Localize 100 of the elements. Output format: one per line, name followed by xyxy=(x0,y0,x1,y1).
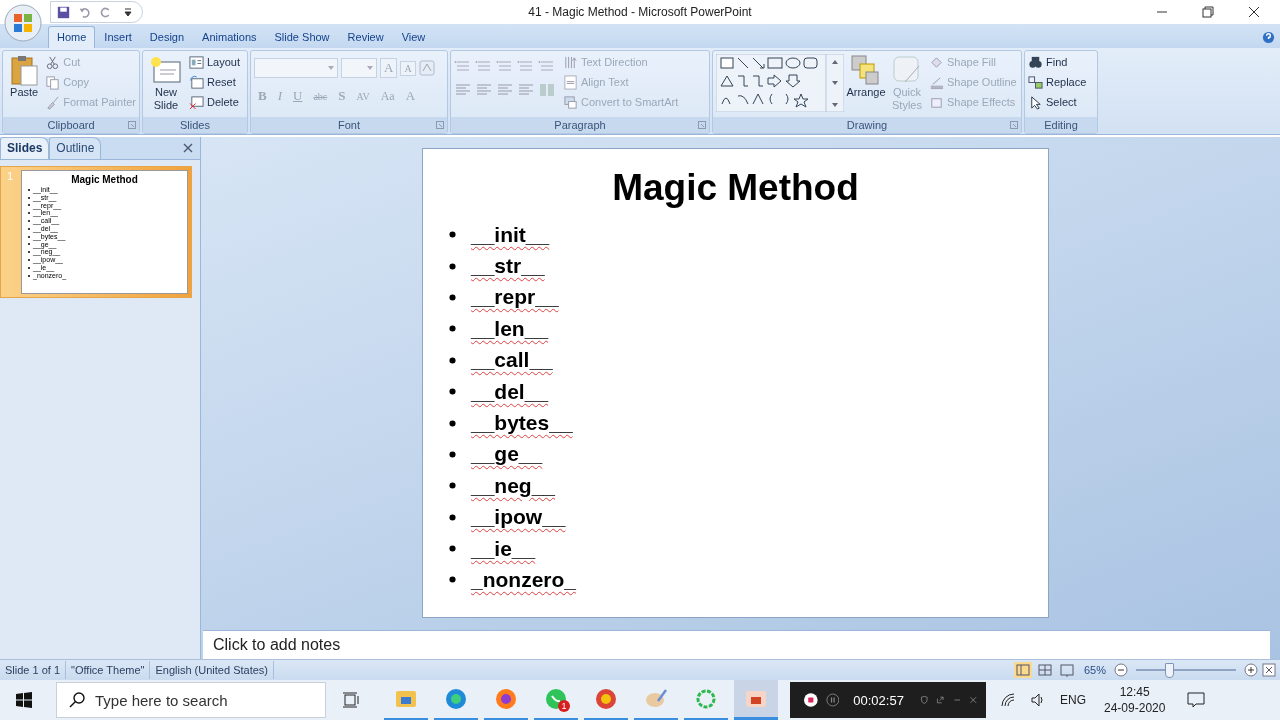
bullet-icon xyxy=(449,388,456,396)
status-text: "Office Theme" xyxy=(66,661,151,679)
clear-formatting-icon[interactable] xyxy=(418,60,435,76)
pause-icon[interactable] xyxy=(825,692,840,708)
save-icon[interactable] xyxy=(57,5,70,19)
bullet-text: __len__ xyxy=(471,316,549,341)
status-text: English (United States) xyxy=(150,661,274,679)
browser-icon xyxy=(444,687,468,711)
redo-icon[interactable] xyxy=(99,5,112,19)
ribbon-tab[interactable]: Slide Show xyxy=(265,26,339,48)
font-name-field[interactable] xyxy=(254,58,338,78)
notifications-icon[interactable] xyxy=(1187,692,1206,708)
status-text: Slide 1 of 1 xyxy=(0,661,67,679)
slide-sorter-icon[interactable] xyxy=(1035,662,1054,678)
ring-icon xyxy=(694,687,718,711)
recording-time: 00:02:57 xyxy=(853,692,904,708)
zoom-slider-thumb[interactable] xyxy=(1165,662,1174,678)
taskbar-app[interactable]: 1 xyxy=(534,680,578,720)
ribbon-tab[interactable]: Insert xyxy=(95,26,141,48)
ribbon-tab[interactable]: Review xyxy=(338,26,393,48)
help-icon[interactable] xyxy=(1262,31,1275,44)
windows-start-icon[interactable] xyxy=(16,692,32,708)
group-label: Slides xyxy=(180,119,210,131)
ribbon-button[interactable]: Arrange xyxy=(846,86,886,99)
font-size-field[interactable] xyxy=(341,58,377,78)
shapes-gallery[interactable] xyxy=(716,54,844,112)
bullet-text: __init__ xyxy=(471,222,550,247)
dropdown-caret-icon[interactable] xyxy=(367,66,373,70)
ribbon-button[interactable]: Reset xyxy=(207,76,236,88)
bullet-icon xyxy=(449,231,456,239)
taskbar-app[interactable] xyxy=(734,680,778,720)
group-label: Paragraph xyxy=(554,119,606,131)
justify-icon[interactable] xyxy=(517,82,535,98)
ribbon-button[interactable]: Layout xyxy=(207,56,241,68)
ribbon-tab[interactable]: Animations xyxy=(193,26,266,48)
ribbon-button[interactable]: Delete xyxy=(207,96,239,108)
layout-icon xyxy=(189,54,204,70)
panel-tab[interactable]: Outline xyxy=(49,137,102,159)
shield-icon[interactable] xyxy=(919,695,929,705)
bullet-icon xyxy=(449,576,456,584)
ribbon-tab[interactable]: Home xyxy=(48,26,96,48)
slide-show-icon[interactable] xyxy=(1057,662,1076,678)
dialog-launcher-icon[interactable] xyxy=(698,121,706,129)
fit-window-icon[interactable] xyxy=(1262,663,1276,677)
clipboard-icon xyxy=(8,54,41,86)
close-icon[interactable] xyxy=(1248,6,1260,18)
clock-time[interactable]: 12:45 xyxy=(1119,684,1150,700)
clock-date[interactable]: 24-09-2020 xyxy=(1104,700,1166,716)
bullet-icon xyxy=(449,482,456,490)
thumbnail-title: Magic Method xyxy=(70,174,139,185)
stop-record-icon[interactable] xyxy=(804,692,818,708)
dialog-launcher-icon[interactable] xyxy=(436,121,444,129)
zoom-level[interactable]: 65% xyxy=(1083,664,1106,676)
slide-title: Magic Method xyxy=(612,167,859,209)
pointer-icon xyxy=(1028,94,1043,110)
volume-icon[interactable] xyxy=(1030,692,1046,708)
scissors-icon xyxy=(45,54,61,70)
task-view-icon[interactable] xyxy=(342,692,360,708)
ribbon-tab[interactable]: View xyxy=(392,26,435,48)
smartart-icon xyxy=(563,94,578,110)
restore-icon[interactable] xyxy=(1202,6,1214,18)
ribbon-button[interactable]: Find xyxy=(1046,56,1068,68)
ribbon-button[interactable]: New Slide xyxy=(146,86,186,112)
bullet-text: __str__ xyxy=(471,254,545,279)
group-label: Drawing xyxy=(846,119,888,131)
dialog-launcher-icon[interactable] xyxy=(128,121,136,129)
notes-field[interactable]: Click to add notes xyxy=(203,630,1270,659)
undo-icon[interactable] xyxy=(78,5,91,19)
ribbon-button[interactable]: Select xyxy=(1046,96,1077,108)
align-center-icon[interactable] xyxy=(475,82,493,98)
group-label: Clipboard xyxy=(47,119,95,131)
bullet-icon xyxy=(449,356,456,364)
ribbon-button[interactable]: Paste xyxy=(10,86,39,99)
align-left-icon[interactable] xyxy=(454,82,472,98)
bullet-text: __ge__ xyxy=(471,442,543,467)
search-icon xyxy=(69,692,85,708)
dropdown-caret-icon[interactable] xyxy=(328,66,334,70)
browser-icon xyxy=(494,687,518,711)
customize-caret-icon[interactable] xyxy=(124,7,132,17)
group-label: Font xyxy=(338,119,360,131)
ribbon-button[interactable]: Replace xyxy=(1046,76,1087,88)
bullet-text: __bytes__ xyxy=(471,411,573,436)
new-slide-icon xyxy=(150,54,182,86)
bullet-icon xyxy=(449,325,456,333)
zoom-out-icon[interactable] xyxy=(1114,663,1128,677)
replace-icon xyxy=(1028,74,1043,90)
search-field[interactable]: Type here to search xyxy=(56,682,326,718)
input-language[interactable]: ENG xyxy=(1060,693,1086,707)
normal-view-icon[interactable] xyxy=(1013,662,1032,678)
expand-icon[interactable] xyxy=(936,695,945,705)
bullet-icon xyxy=(449,293,456,301)
ribbon-tab[interactable]: Design xyxy=(140,26,194,48)
delete-icon xyxy=(189,94,204,110)
reset-icon xyxy=(189,74,204,90)
zoom-in-icon[interactable] xyxy=(1244,663,1258,677)
wifi-icon[interactable] xyxy=(1000,692,1016,708)
bullet-text: __ipow__ xyxy=(471,505,566,530)
align-right-icon[interactable] xyxy=(496,82,514,98)
panel-tab[interactable]: Slides xyxy=(0,137,50,159)
dialog-launcher-icon[interactable] xyxy=(1010,121,1018,129)
